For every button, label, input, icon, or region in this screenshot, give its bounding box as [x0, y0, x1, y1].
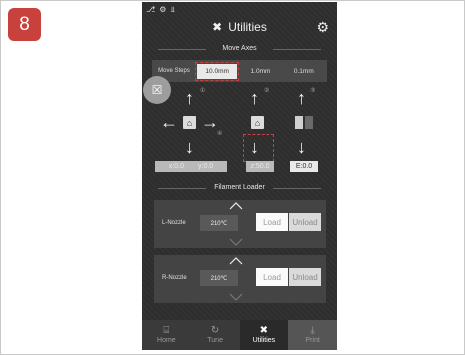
nav-home[interactable]: ⌸ Home	[142, 320, 191, 350]
step-badge: 8	[8, 8, 41, 41]
move-axes-title: Move Axes	[150, 45, 329, 52]
step-option-0-1mm[interactable]: 0.1mm	[284, 64, 324, 79]
temp-up-chevron-icon[interactable]	[229, 202, 243, 210]
e-position: E:0.0	[295, 163, 313, 170]
marker-3: ③	[310, 88, 316, 94]
nav-print[interactable]: ⤓ Print	[288, 320, 337, 350]
y-plus-arrow-icon[interactable]: ↑	[185, 89, 194, 107]
nozzle-temperature: 210℃	[200, 215, 238, 231]
disable-steppers-fab[interactable]: ☒	[143, 76, 171, 104]
printer-icon: ⌸	[163, 325, 170, 336]
nav-print-label: Print	[305, 337, 320, 344]
unload-button[interactable]: Unload	[289, 213, 321, 231]
r-nozzle-panel: R-Nozzle 210℃ Load Unload	[154, 255, 326, 303]
tune-icon: ↻	[210, 325, 220, 336]
gear-icon[interactable]: ⚙	[316, 19, 329, 36]
z-position: z:50.0	[250, 163, 270, 170]
tools-icon: ✖	[212, 20, 223, 34]
left-nozzle-icon[interactable]	[295, 116, 303, 129]
status-bar: ⎇ ⚙ ⫫	[146, 5, 175, 15]
nozzle-temperature: 210℃	[200, 270, 238, 286]
nav-tune-label: Tune	[207, 337, 223, 344]
move-steps-label: Move Steps	[158, 68, 190, 74]
z-up-arrow-icon[interactable]: ↑	[250, 89, 259, 107]
top-bar: ✖ Utilities ⚙	[142, 16, 337, 38]
z-down-highlight	[243, 134, 274, 162]
step-option-1mm[interactable]: 1.0mm	[240, 64, 280, 79]
tools-icon: ✖	[259, 325, 269, 336]
e-up-arrow-icon[interactable]: ↑	[297, 89, 306, 107]
step-option-10mm[interactable]: 10.0mm	[194, 61, 240, 81]
right-nozzle-icon[interactable]	[305, 116, 313, 129]
print-icon: ⤓	[310, 325, 315, 336]
temp-down-chevron-icon[interactable]	[229, 293, 243, 301]
settings-icon: ⚙	[159, 5, 167, 14]
nav-utilities-label: Utilities	[252, 337, 276, 344]
wifi-icon: ⎇	[146, 5, 156, 14]
l-nozzle-panel: L-Nozzle 210℃ Load Unload	[154, 200, 326, 248]
move-steps-row: Move Steps 10.0mm 1.0mm 0.1mm	[154, 61, 324, 81]
y-minus-arrow-icon[interactable]: ↓	[185, 138, 194, 156]
y-position: y:0.0	[198, 163, 214, 170]
marker-4: ④	[217, 131, 223, 137]
temp-down-chevron-icon[interactable]	[229, 238, 243, 246]
z-position-box: z:50.0	[246, 161, 274, 172]
x-minus-arrow-icon[interactable]: ←	[160, 113, 178, 131]
nav-home-label: Home	[157, 337, 176, 344]
home-z-icon[interactable]: ⌂	[251, 116, 264, 129]
x-position: x:0.0	[168, 163, 184, 170]
temp-up-chevron-icon[interactable]	[229, 257, 243, 265]
nozzle-label: L-Nozzle	[162, 220, 186, 226]
nozzle-label: R-Nozzle	[162, 275, 187, 281]
device-screen: ⎇ ⚙ ⫫ ✖ Utilities ⚙ Move Axes Move Steps…	[142, 2, 337, 350]
xy-position-box: x:0.0 y:0.0	[155, 161, 227, 172]
unload-button[interactable]: Unload	[289, 268, 321, 286]
load-button[interactable]: Load	[256, 268, 288, 286]
filament-loader-title: Filament Loader	[150, 184, 329, 191]
x-plus-arrow-icon[interactable]: →	[201, 113, 219, 131]
disable-motor-icon: ☒	[151, 83, 163, 97]
page-title: Utilities	[228, 20, 267, 34]
e-position-box: E:0.0	[290, 161, 318, 172]
load-button[interactable]: Load	[256, 213, 288, 231]
home-xy-icon[interactable]: ⌂	[183, 116, 196, 129]
marker-1: ①	[200, 88, 206, 94]
usb-icon: ⫫	[170, 5, 175, 14]
nav-utilities[interactable]: ✖ Utilities	[239, 320, 289, 350]
bottom-nav: ⌸ Home ↻ Tune ✖ Utilities ⤓ Print	[142, 320, 337, 350]
nav-tune[interactable]: ↻ Tune	[191, 320, 240, 350]
marker-2: ②	[264, 88, 270, 94]
e-down-arrow-icon[interactable]: ↓	[297, 138, 306, 156]
